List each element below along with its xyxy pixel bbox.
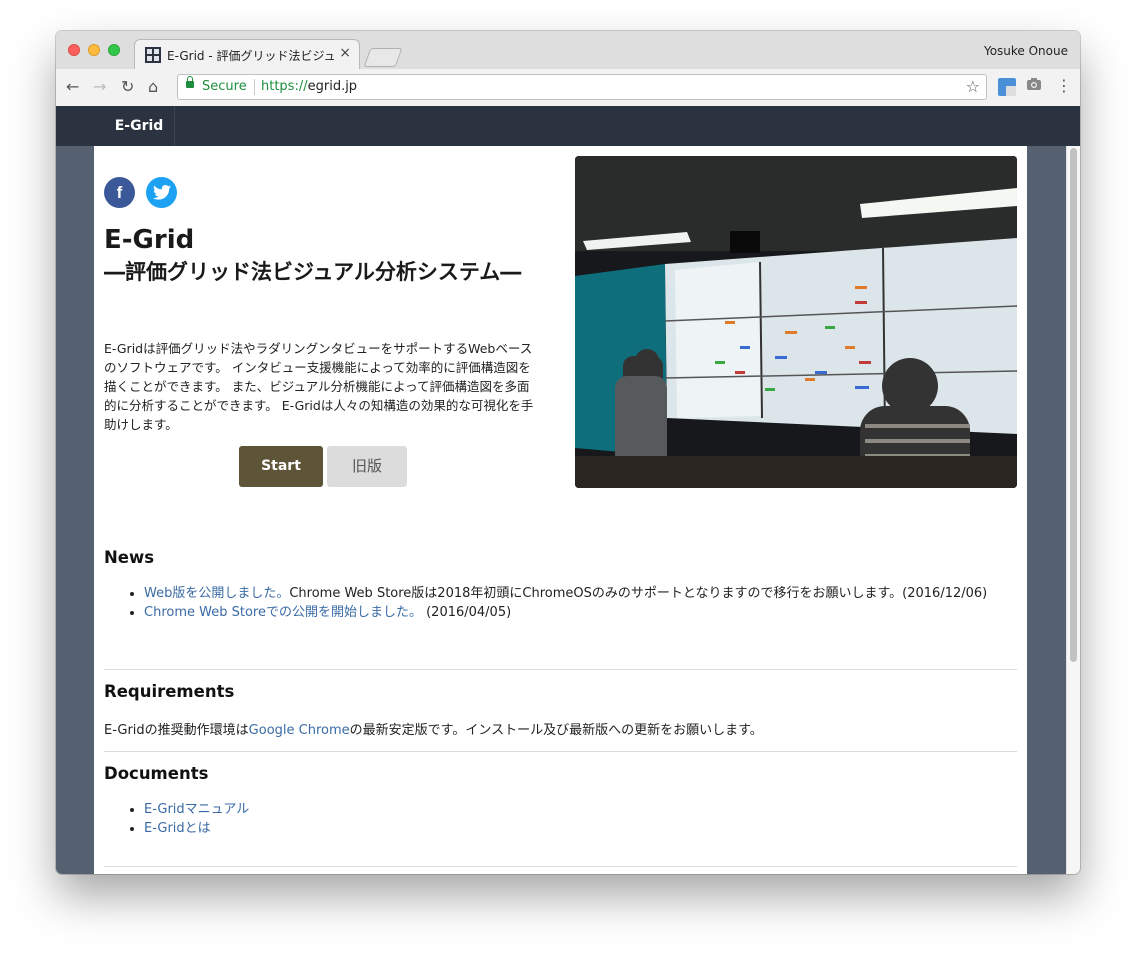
forward-arrow-icon[interactable]: → <box>93 77 106 96</box>
url-host: egrid.jp <box>307 79 358 94</box>
twitter-icon[interactable] <box>146 177 177 208</box>
document-item: E-Gridマニュアル <box>144 800 1004 819</box>
site-navbar: E-Grid <box>56 106 1080 146</box>
url-scheme: https:// <box>261 79 308 94</box>
requirements-heading: Requirements <box>104 682 235 701</box>
divider <box>104 669 1017 670</box>
manual-link[interactable]: E-Gridマニュアル <box>144 802 249 817</box>
close-window-button[interactable] <box>68 44 80 56</box>
divider <box>104 751 1017 752</box>
menu-icon[interactable]: ⋮ <box>1056 76 1072 95</box>
page-viewport: E-Grid f E-Grid ―評価グリッド法ビジュアル分析システム― E-G… <box>56 106 1080 874</box>
tab-title: E-Grid - 評価グリッド法ビジュ <box>167 49 336 63</box>
news-heading: News <box>104 548 155 567</box>
profile-name[interactable]: Yosuke Onoue <box>984 44 1068 58</box>
news-item: Chrome Web Storeでの公開を開始しました。 (2016/04/05… <box>144 603 1004 622</box>
news-item-text: (2016/04/05) <box>421 605 512 620</box>
lock-icon <box>186 76 194 88</box>
title-bar: E-Grid - 評価グリッド法ビジュ × Yosuke Onoue <box>56 31 1080 69</box>
facebook-icon[interactable]: f <box>104 177 135 208</box>
browser-window: E-Grid - 評価グリッド法ビジュ × Yosuke Onoue ← → ↻… <box>56 31 1080 874</box>
requirements-text: E-Gridの推奨動作環境はGoogle Chromeの最新安定版です。インスト… <box>104 719 763 738</box>
hero-photo <box>575 156 1017 488</box>
site-favicon-icon <box>145 47 161 63</box>
description-text: E-Gridは評価グリッド法やラダリングンタビューをサポートするWebベースのソ… <box>104 341 534 432</box>
home-icon[interactable]: ⌂ <box>148 77 158 96</box>
back-arrow-icon[interactable]: ← <box>66 77 79 96</box>
maximize-window-button[interactable] <box>108 44 120 56</box>
documents-list: E-Gridマニュアル E-Gridとは <box>104 800 1004 838</box>
documents-heading: Documents <box>104 764 209 783</box>
requirements-text-before: E-Gridの推奨動作環境は <box>104 723 249 738</box>
news-list: Web版を公開しました。Chrome Web Store版は2018年初頭にCh… <box>104 584 1004 622</box>
news-item-link[interactable]: Chrome Web Storeでの公開を開始しました。 <box>144 605 422 620</box>
minimize-window-button[interactable] <box>88 44 100 56</box>
address-separator <box>254 79 255 95</box>
requirements-text-after: の最新安定版です。インストール及び最新版への更新をお願いします。 <box>349 723 763 738</box>
news-item: Web版を公開しました。Chrome Web Store版は2018年初頭にCh… <box>144 584 1004 603</box>
brand-link[interactable]: E-Grid <box>104 106 175 146</box>
bookmark-star-icon[interactable]: ☆ <box>966 77 980 96</box>
reload-icon[interactable]: ↻ <box>121 77 134 96</box>
scrollbar[interactable] <box>1066 146 1080 874</box>
google-chrome-link[interactable]: Google Chrome <box>249 723 350 738</box>
url-text[interactable]: https://egrid.jp <box>261 79 357 94</box>
start-button[interactable]: Start <box>239 446 323 487</box>
main-content: f E-Grid ―評価グリッド法ビジュアル分析システム― E-Gridは評価グ… <box>94 146 1027 874</box>
tab-close-icon[interactable]: × <box>339 45 351 61</box>
address-bar[interactable]: Secure https://egrid.jp ☆ <box>177 74 987 100</box>
secure-label: Secure <box>202 79 247 94</box>
new-tab-button[interactable] <box>363 48 403 67</box>
scrollbar-thumb[interactable] <box>1070 148 1077 662</box>
news-item-text: Chrome Web Store版は2018年初頭にChromeOSのみのサポー… <box>289 586 988 601</box>
divider <box>104 866 1017 867</box>
page-subtitle: ―評価グリッド法ビジュアル分析システム― <box>104 260 522 284</box>
about-link[interactable]: E-Gridとは <box>144 821 211 836</box>
browser-toolbar: ← → ↻ ⌂ Secure https://egrid.jp ☆ ⋮ <box>56 69 1080 107</box>
browser-tab[interactable]: E-Grid - 評価グリッド法ビジュ × <box>134 39 360 69</box>
document-item: E-Gridとは <box>144 819 1004 838</box>
page-title: E-Grid <box>104 225 195 255</box>
news-item-link[interactable]: Web版を公開しました。 <box>144 586 289 601</box>
old-version-button[interactable]: 旧版 <box>327 446 407 487</box>
extension-icon[interactable] <box>998 78 1016 96</box>
camera-icon[interactable] <box>1026 77 1042 95</box>
